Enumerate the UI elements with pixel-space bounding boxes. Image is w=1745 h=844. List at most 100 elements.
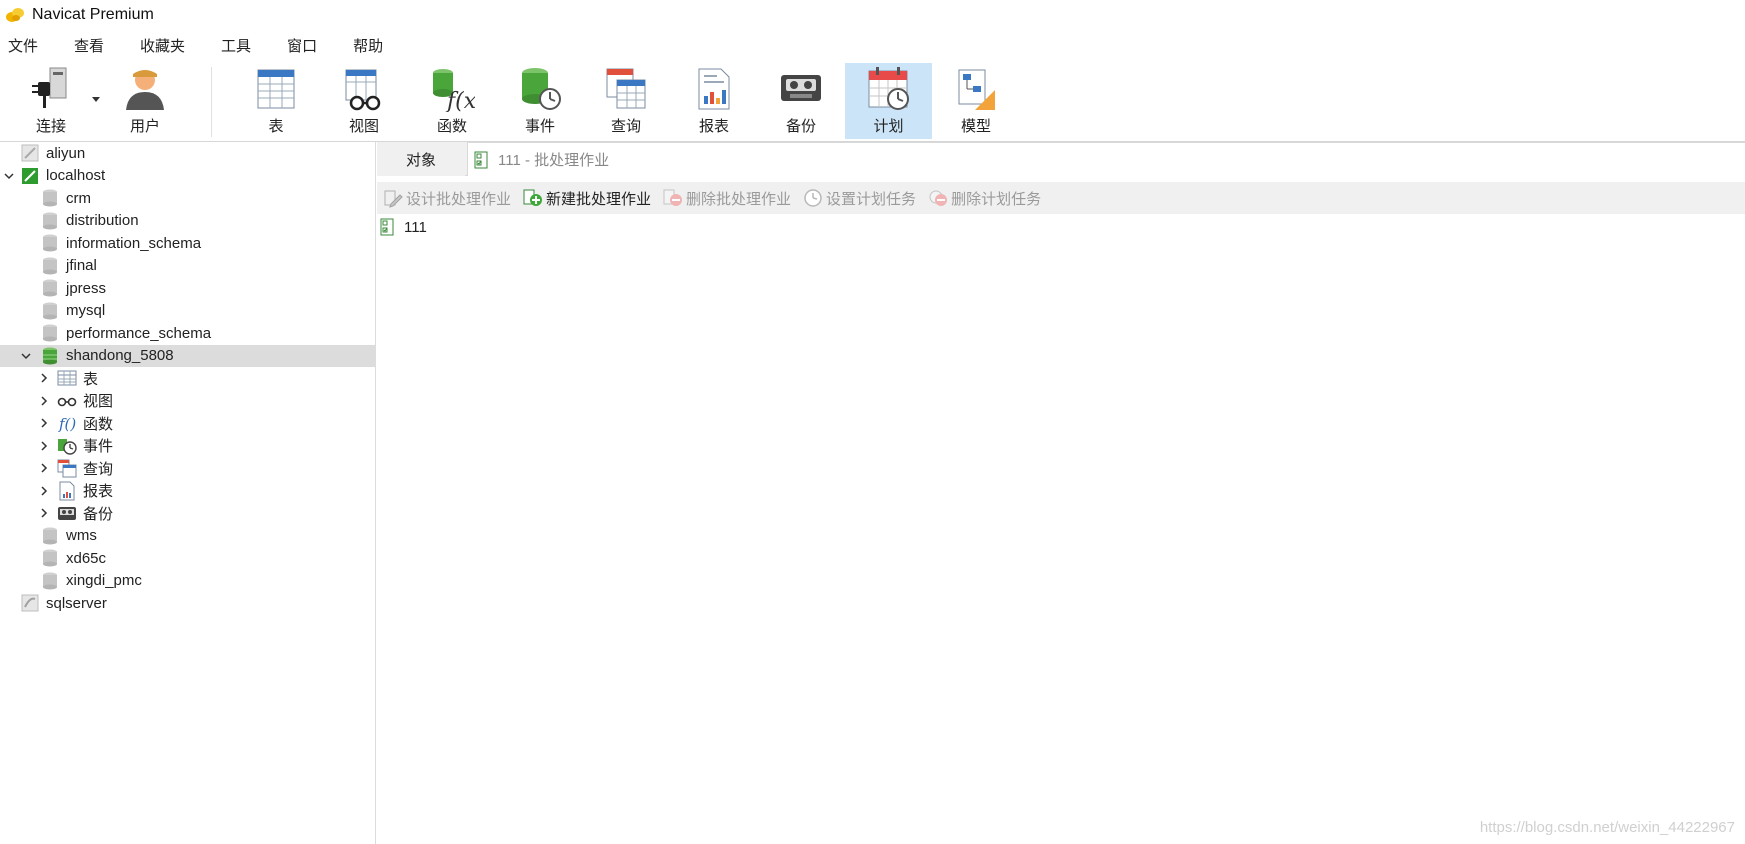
tab-objects[interactable]: 对象	[377, 142, 465, 176]
schedule-calendar-icon	[868, 67, 909, 110]
chevron-right-icon[interactable]	[38, 372, 50, 384]
query-button[interactable]: 查询	[596, 63, 656, 139]
title-bar: Navicat Premium	[0, 0, 1745, 29]
menu-view[interactable]: 查看	[66, 35, 114, 56]
backup-label: 备份	[785, 118, 816, 135]
report-icon	[698, 68, 730, 110]
function-label: 函数	[436, 118, 467, 135]
tree-node-backups[interactable]: 备份	[0, 502, 375, 525]
chevron-right-icon[interactable]	[38, 417, 50, 429]
action-toolbar: 设计批处理作业 新建批处理作业 删除批处理作业 设置计划任务 删除计划任务	[377, 182, 1745, 214]
view-button[interactable]: 视图	[334, 63, 394, 139]
view-label: 视图	[348, 118, 379, 135]
tree-node-views[interactable]: 视图	[0, 390, 375, 413]
tree-db-xingdi-pmc[interactable]: xingdi_pmc	[0, 570, 375, 593]
chevron-right-icon[interactable]	[38, 507, 50, 519]
tree-node-reports[interactable]: 报表	[0, 480, 375, 503]
chevron-right-icon[interactable]	[38, 462, 50, 474]
backup-icon	[58, 507, 76, 521]
svg-text:f(): f()	[58, 415, 76, 433]
window-title: Navicat Premium	[32, 5, 154, 23]
database-icon	[43, 189, 57, 207]
function-icon: f(x)	[433, 69, 475, 112]
tree-connection-aliyun[interactable]: aliyun	[0, 142, 375, 165]
tree-db-wms[interactable]: wms	[0, 525, 375, 548]
table-button[interactable]: 表	[246, 63, 306, 139]
model-button[interactable]: 模型	[946, 63, 1006, 139]
connect-button[interactable]: 连接	[18, 63, 84, 139]
view-icon	[345, 69, 381, 111]
tree-db-jpress[interactable]: jpress	[0, 277, 375, 300]
batch-job-icon	[474, 151, 488, 168]
database-icon	[43, 549, 57, 567]
plug-icon	[32, 67, 67, 108]
report-icon	[59, 481, 75, 501]
batch-job-icon	[380, 218, 394, 236]
query-icon	[606, 68, 646, 109]
toolbar-separator	[211, 67, 212, 137]
schedule-label: 计划	[873, 118, 904, 135]
menu-favorites[interactable]: 收藏夹	[132, 35, 195, 56]
connect-label: 连接	[35, 118, 66, 135]
delete-schedule-icon	[929, 190, 948, 206]
batch-job-list[interactable]: 111	[377, 214, 1745, 844]
tree-db-mysql[interactable]: mysql	[0, 300, 375, 323]
tree-connection-localhost[interactable]: localhost	[0, 165, 375, 188]
design-pencil-icon	[384, 190, 403, 208]
tree-node-events[interactable]: 事件	[0, 435, 375, 458]
table-icon	[257, 69, 295, 109]
chevron-down-icon[interactable]	[3, 170, 15, 182]
report-button[interactable]: 报表	[684, 63, 744, 139]
event-icon	[522, 68, 561, 110]
menu-bar: 文件 查看 收藏夹 工具 窗口 帮助	[0, 29, 1745, 61]
function-button[interactable]: f(x) 函数	[422, 63, 482, 139]
event-label: 事件	[524, 118, 555, 135]
menu-help[interactable]: 帮助	[345, 35, 393, 56]
delete-schedule-button[interactable]: 删除计划任务	[928, 188, 1041, 209]
event-icon	[58, 438, 77, 455]
menu-window[interactable]: 窗口	[279, 35, 327, 56]
main-panel: 对象 111 - 批处理作业 设计批处理作业 新建批处理作业 删除批处理作业 设…	[377, 142, 1745, 844]
chevron-down-icon[interactable]	[20, 350, 32, 362]
list-item[interactable]: 111	[377, 216, 427, 238]
tree-node-functions[interactable]: f() 函数	[0, 412, 375, 435]
tree-db-shandong-5808[interactable]: shandong_5808	[0, 344, 375, 367]
report-label: 报表	[698, 118, 729, 135]
database-icon	[43, 302, 57, 320]
event-button[interactable]: 事件	[510, 63, 570, 139]
chevron-right-icon[interactable]	[38, 485, 50, 497]
database-open-icon	[43, 347, 57, 365]
tree-db-crm[interactable]: crm	[0, 187, 375, 210]
svg-text:f(x): f(x)	[445, 89, 475, 112]
tree-db-xd65c[interactable]: xd65c	[0, 547, 375, 570]
user-label: 用户	[129, 118, 160, 135]
tree-node-tables[interactable]: 表	[0, 367, 375, 390]
tree-db-distribution[interactable]: distribution	[0, 210, 375, 233]
database-icon	[43, 572, 57, 590]
table-icon	[57, 370, 77, 386]
design-batch-job-button[interactable]: 设计批处理作业	[383, 188, 511, 209]
model-label: 模型	[960, 118, 991, 135]
chevron-right-icon[interactable]	[38, 440, 50, 452]
tree-connection-sqlserver[interactable]: sqlserver	[0, 592, 375, 615]
delete-batch-job-button[interactable]: 删除批处理作业	[663, 188, 791, 209]
watermark: https://blog.csdn.net/weixin_44222967	[1479, 819, 1735, 836]
schedule-button[interactable]: 计划	[845, 63, 932, 139]
tab-batch-job[interactable]: 111 - 批处理作业	[467, 142, 1745, 176]
tree-node-queries[interactable]: 查询	[0, 457, 375, 480]
set-schedule-button[interactable]: 设置计划任务	[803, 188, 916, 209]
connection-connected-icon	[22, 167, 38, 184]
tree-db-jfinal[interactable]: jfinal	[0, 255, 375, 278]
user-button[interactable]: 用户	[115, 63, 175, 139]
sqlserver-connection-icon	[21, 594, 39, 612]
tree-db-performance-schema[interactable]: performance_schema	[0, 322, 375, 345]
menu-tools[interactable]: 工具	[213, 35, 261, 56]
connection-tree[interactable]: aliyun localhost crm distribution inform…	[0, 142, 376, 844]
new-batch-job-button[interactable]: 新建批处理作业	[523, 188, 651, 209]
tree-db-information-schema[interactable]: information_schema	[0, 232, 375, 255]
menu-file[interactable]: 文件	[0, 35, 48, 56]
connect-dropdown-icon[interactable]	[92, 97, 100, 102]
database-icon	[43, 324, 57, 342]
backup-button[interactable]: 备份	[770, 63, 832, 139]
chevron-right-icon[interactable]	[38, 395, 50, 407]
